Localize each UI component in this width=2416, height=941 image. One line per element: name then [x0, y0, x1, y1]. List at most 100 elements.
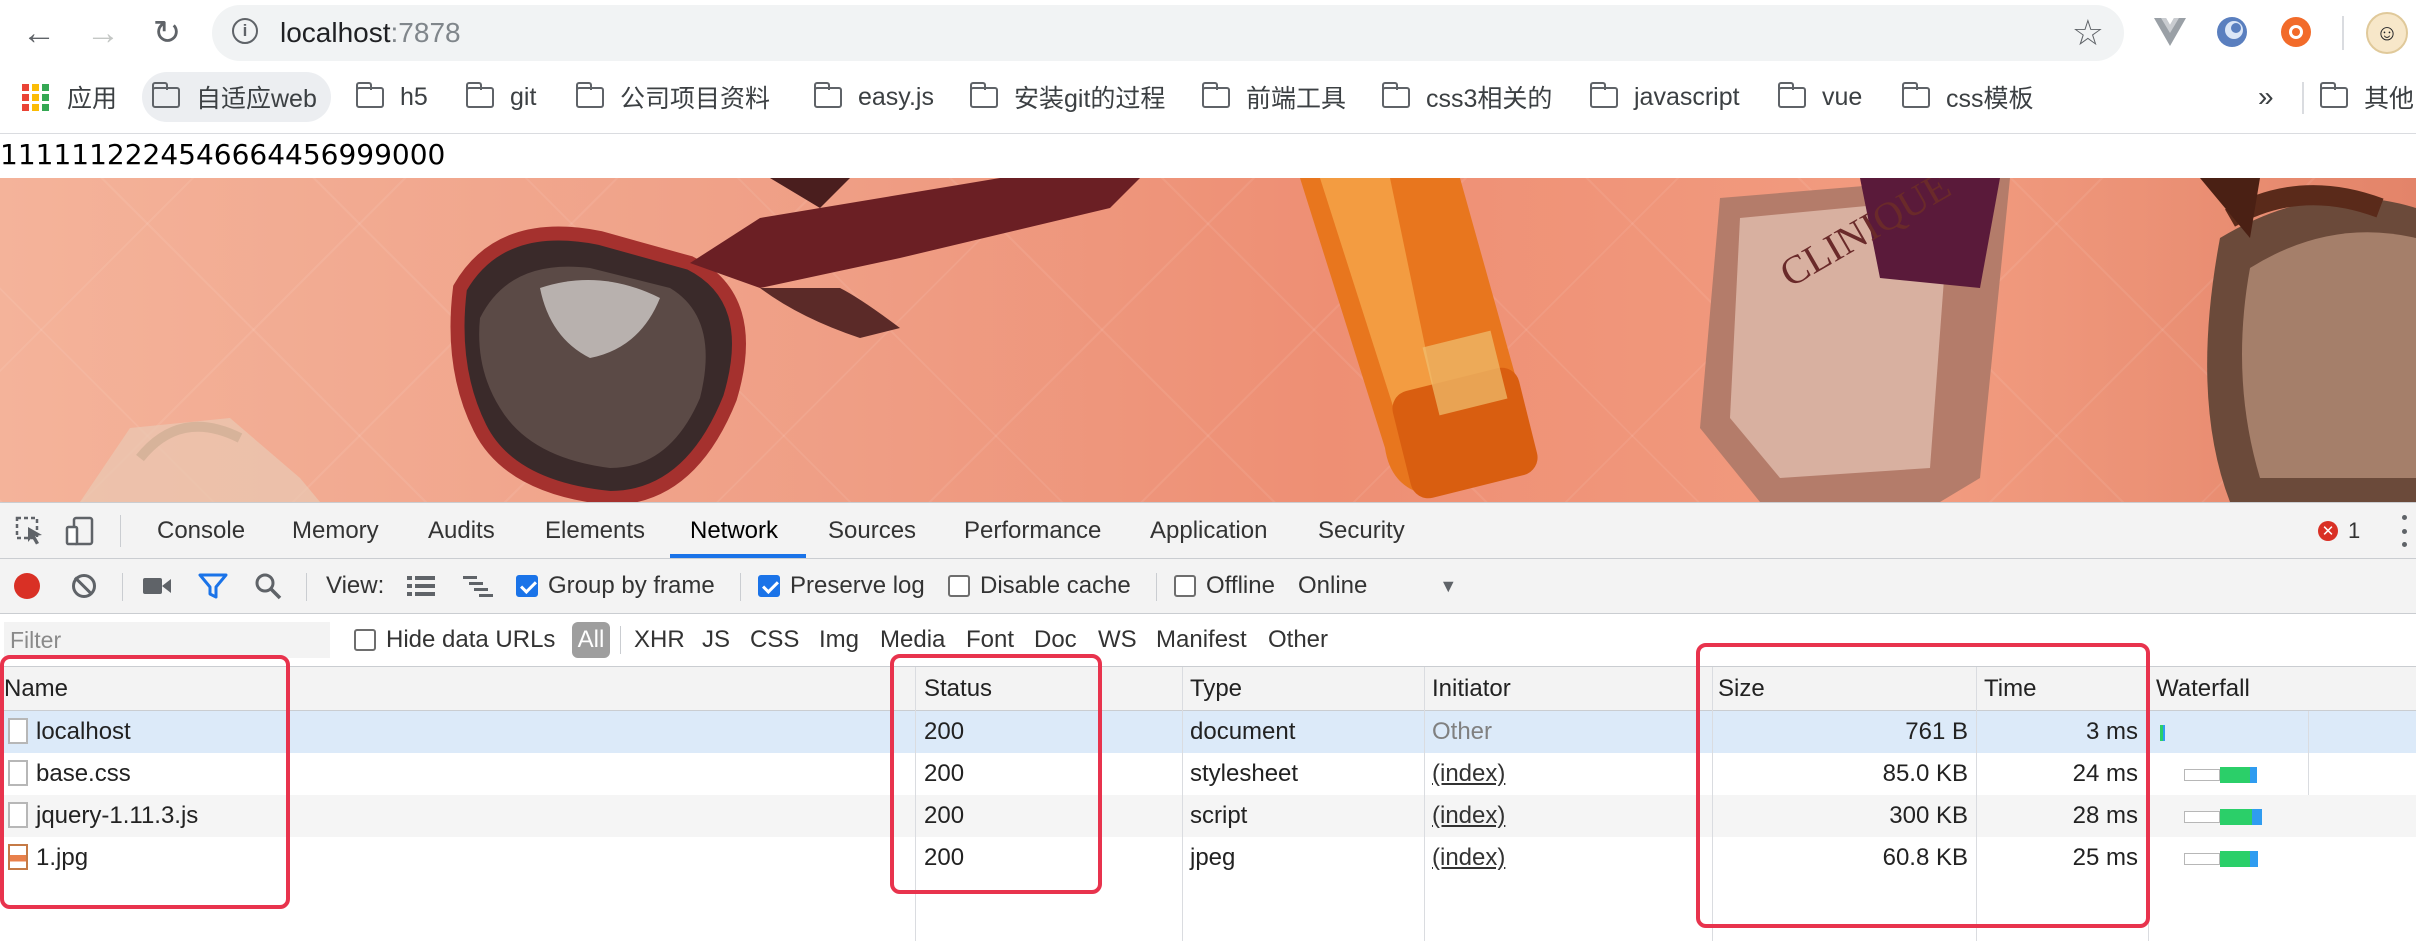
type-filter-font[interactable]: Font: [966, 614, 1014, 666]
type-filter-js[interactable]: JS: [702, 614, 730, 666]
request-initiator-link[interactable]: (index): [1432, 837, 1505, 879]
record-icon: [14, 573, 40, 599]
filter-input[interactable]: [4, 622, 330, 658]
tab-audits[interactable]: Audits: [428, 503, 495, 558]
vue-devtools-extension-icon[interactable]: [2152, 14, 2188, 50]
disable-cache-checkbox[interactable]: Disable cache: [948, 559, 1131, 613]
bookmark-folder-css3[interactable]: css3相关的: [1381, 72, 1552, 122]
reload-icon[interactable]: ↻: [144, 10, 190, 56]
clear-button[interactable]: [72, 559, 96, 613]
request-size: 761 B: [1905, 718, 1968, 745]
throttling-select[interactable]: Online ▼: [1298, 559, 1457, 613]
type-filter-media[interactable]: Media: [880, 614, 945, 666]
type-filter-other[interactable]: Other: [1268, 614, 1328, 666]
preserve-log-checkbox[interactable]: Preserve log: [758, 559, 925, 613]
folder-icon: [355, 81, 384, 108]
tab-elements[interactable]: Elements: [545, 503, 645, 558]
bookmark-label: easy.js: [858, 82, 934, 111]
tab-sources[interactable]: Sources: [828, 503, 916, 558]
bookmark-folder-h5[interactable]: h5: [355, 72, 428, 122]
bookmark-label: vue: [1822, 82, 1863, 111]
address-bar[interactable]: i localhost:7878 ☆: [212, 5, 2124, 61]
bookmark-folder-company-projects[interactable]: 公司项目资料: [575, 72, 770, 122]
record-button[interactable]: [14, 559, 40, 613]
more-options-icon[interactable]: [2400, 515, 2408, 547]
type-filter-doc[interactable]: Doc: [1034, 614, 1077, 666]
request-status: 200: [924, 760, 965, 787]
capture-screenshots-button[interactable]: [142, 559, 172, 613]
profile-avatar[interactable]: ☺: [2366, 12, 2408, 54]
waterfall-bar: [2163, 725, 2165, 741]
overview-button[interactable]: [462, 559, 494, 613]
column-header-time[interactable]: Time: [1976, 667, 2148, 711]
bookmark-folder-easyjs[interactable]: easy.js: [813, 72, 934, 122]
error-counter[interactable]: ✕ 1: [2318, 516, 2360, 546]
tab-application[interactable]: Application: [1150, 503, 1267, 558]
table-row[interactable]: jquery-1.11.3.js 200 script (index) 300 …: [0, 795, 2416, 837]
bookmark-folder-other[interactable]: 其他: [2319, 72, 2414, 122]
request-initiator-link[interactable]: (index): [1432, 795, 1505, 837]
waterfall-grid-line: [2308, 711, 2309, 795]
checkbox-label: Offline: [1206, 572, 1275, 599]
bookmark-label: 前端工具: [1246, 85, 1347, 113]
column-header-type[interactable]: Type: [1182, 667, 1424, 711]
tab-console[interactable]: Console: [157, 503, 245, 558]
checkbox-label: Hide data URLs: [386, 626, 556, 653]
type-filter-manifest[interactable]: Manifest: [1156, 614, 1247, 666]
document-file-icon: [8, 717, 28, 744]
tab-performance[interactable]: Performance: [964, 503, 1101, 558]
inspect-element-icon[interactable]: [14, 515, 46, 547]
extension-circle-icon[interactable]: [2214, 14, 2250, 50]
site-info-icon[interactable]: i: [232, 18, 258, 44]
tab-security[interactable]: Security: [1318, 503, 1405, 558]
type-filter-xhr[interactable]: XHR: [634, 614, 685, 666]
bookmark-folder-adaptive-web[interactable]: 自适应web: [142, 72, 331, 122]
large-request-rows-button[interactable]: [406, 559, 436, 613]
throttling-value: Online: [1298, 572, 1368, 599]
column-header-name[interactable]: Name: [0, 667, 915, 711]
table-row[interactable]: 1.jpg 200 jpeg (index) 60.8 KB 25 ms: [0, 837, 2416, 879]
bookmark-apps[interactable]: 应用: [22, 72, 117, 122]
request-name-text: 1.jpg: [36, 844, 89, 871]
bookmark-star-icon[interactable]: ☆: [2072, 13, 2104, 53]
back-arrow-icon[interactable]: ←: [16, 10, 62, 56]
column-header-initiator[interactable]: Initiator: [1424, 667, 1712, 711]
type-filter-ws[interactable]: WS: [1098, 614, 1137, 666]
offline-checkbox[interactable]: Offline: [1174, 559, 1275, 613]
bookmark-folder-javascript[interactable]: javascript: [1589, 72, 1740, 122]
tab-memory[interactable]: Memory: [292, 503, 379, 558]
column-header-waterfall[interactable]: Waterfall: [2148, 667, 2416, 711]
bookmarks-overflow-button[interactable]: »: [2258, 72, 2274, 122]
checkbox-unchecked-icon: [1174, 575, 1196, 597]
bookmark-folder-css-templates[interactable]: css模板: [1901, 72, 2034, 122]
bookmarks-divider: [2302, 82, 2304, 114]
url-text[interactable]: localhost:7878: [280, 18, 461, 48]
forward-arrow-icon[interactable]: →: [80, 10, 126, 56]
type-filter-img[interactable]: Img: [819, 614, 859, 666]
apps-grid-icon: [22, 83, 49, 111]
type-filter-css[interactable]: CSS: [750, 614, 799, 666]
bookmark-folder-git[interactable]: git: [465, 72, 536, 122]
device-toolbar-icon[interactable]: [64, 515, 96, 547]
bookmark-folder-vue[interactable]: vue: [1777, 72, 1863, 122]
bookmark-folder-frontend-tools[interactable]: 前端工具: [1201, 72, 1347, 122]
filter-toggle-button[interactable]: [198, 559, 228, 613]
request-initiator: Other: [1432, 718, 1493, 745]
request-time: 25 ms: [2072, 844, 2138, 871]
column-header-status[interactable]: Status: [915, 667, 1182, 711]
column-divider: [1712, 667, 1713, 941]
group-by-frame-checkbox[interactable]: Group by frame: [516, 559, 715, 613]
type-filter-all[interactable]: All: [572, 622, 610, 658]
column-header-size[interactable]: Size: [1712, 667, 1976, 711]
table-row[interactable]: localhost 200 document Other 761 B 3 ms: [0, 711, 2416, 753]
request-initiator-link[interactable]: (index): [1432, 753, 1505, 795]
extension-lifebuoy-icon[interactable]: [2278, 14, 2314, 50]
hide-data-urls-checkbox[interactable]: Hide data URLs: [354, 614, 555, 666]
tab-network[interactable]: Network: [690, 503, 778, 558]
request-time: 24 ms: [2072, 760, 2138, 787]
checkbox-label: Group by frame: [548, 572, 715, 599]
bookmark-folder-install-git[interactable]: 安装git的过程: [969, 72, 1165, 122]
waterfall-bar: [2184, 811, 2220, 823]
table-row[interactable]: base.css 200 stylesheet (index) 85.0 KB …: [0, 753, 2416, 795]
search-button[interactable]: [254, 559, 282, 613]
